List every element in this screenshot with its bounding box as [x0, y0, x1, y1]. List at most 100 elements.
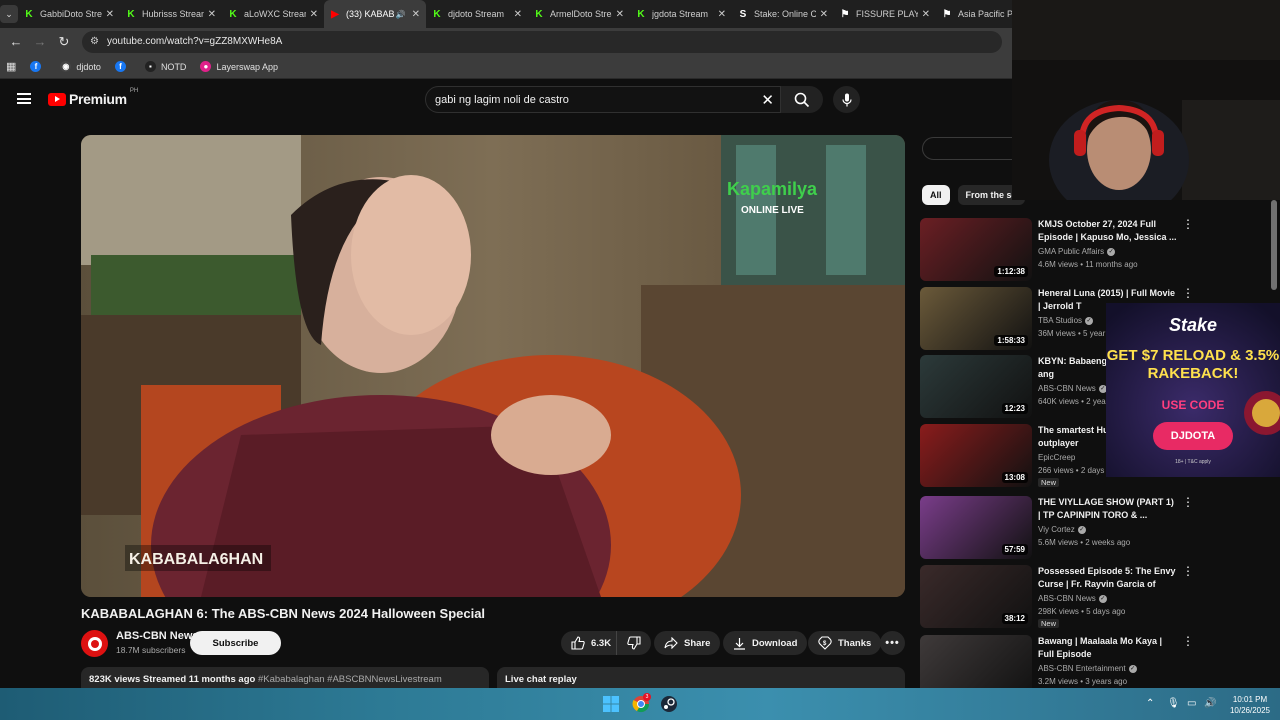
recommended-video[interactable]: 1:12:38 KMJS October 27, 2024 Full Episod…	[920, 218, 1194, 282]
more-vertical-icon[interactable]: ⋮	[1182, 218, 1194, 230]
chevron-down-icon: ⌄	[0, 5, 18, 23]
page-scrollbar[interactable]	[1271, 200, 1277, 290]
forward-button[interactable]: →	[28, 34, 52, 49]
bookmark-item[interactable]: f	[114, 61, 131, 72]
recommended-title[interactable]: THE VIYLLAGE SHOW (PART 1) | TP CAPINPIN…	[1038, 496, 1178, 522]
browser-tab[interactable]: K GabbiDoto Stream ✕	[18, 0, 120, 28]
steam-icon[interactable]	[660, 695, 678, 713]
more-vertical-icon[interactable]: ⋮	[1182, 565, 1194, 577]
video-thumbnail[interactable]: 12:23	[920, 355, 1032, 418]
browser-tab[interactable]: ⚑ FISSURE PLAYG ✕	[834, 0, 936, 28]
close-tab-icon[interactable]: ✕	[310, 9, 318, 20]
browser-tab[interactable]: KaLoWXC Stream ✕	[222, 0, 324, 28]
chip-all[interactable]: All	[922, 185, 950, 205]
video-thumbnail[interactable]: 13:08	[920, 424, 1032, 487]
apps-grid-icon[interactable]: ▦	[6, 60, 16, 73]
windows-start-icon[interactable]	[602, 695, 620, 713]
recommended-channel[interactable]: ABS-CBN News ✓	[1038, 384, 1107, 393]
video-thumbnail[interactable]: 1:12:38	[920, 218, 1032, 281]
video-thumbnail[interactable]: 1:58:33	[920, 287, 1032, 350]
thanks-button[interactable]: $ Thanks	[808, 631, 882, 655]
close-tab-icon[interactable]: ✕	[922, 9, 930, 20]
clear-search-icon[interactable]: ✕	[761, 91, 774, 109]
like-button[interactable]: 6.3K	[561, 631, 622, 655]
tab-title: GabbiDoto Stream	[40, 9, 102, 19]
recommended-channel[interactable]: GMA Public Affairs ✓	[1038, 247, 1116, 256]
close-tab-icon[interactable]: ✕	[412, 9, 420, 20]
more-vertical-icon[interactable]: ⋮	[1182, 287, 1194, 299]
recommended-channel[interactable]: ABS-CBN Entertainment ✓	[1038, 664, 1137, 673]
live-chat-replay[interactable]: Live chat replay	[497, 667, 905, 689]
share-icon	[664, 637, 678, 649]
verified-icon: ✓	[1098, 594, 1107, 603]
bookmark-item[interactable]: ◉ djdoto	[60, 61, 101, 72]
close-tab-icon[interactable]: ✕	[106, 9, 114, 20]
ad-code-button[interactable]: DJDOTA	[1153, 422, 1233, 450]
tab-title: ArmelDoto Stream	[550, 9, 612, 19]
close-tab-icon[interactable]: ✕	[820, 9, 828, 20]
subscribe-button[interactable]: Subscribe	[190, 631, 281, 655]
tab-favicon-icon: K	[127, 8, 135, 20]
video-player[interactable]: Kapamilya ONLINE LIVE KABABALA6HAN	[81, 135, 905, 597]
recommended-meta: 266 views • 2 days	[1038, 466, 1105, 475]
search-query-text: gabi ng lagim noli de castro	[435, 93, 569, 106]
more-vertical-icon[interactable]: ⋮	[1182, 496, 1194, 508]
close-tab-icon[interactable]: ✕	[616, 9, 624, 20]
network-watermark: Kapamilya	[727, 179, 818, 199]
bookmark-item[interactable]: f	[30, 61, 46, 72]
browser-tab[interactable]: K ArmelDoto Stream ✕	[528, 0, 630, 28]
url-field[interactable]: ⚙ youtube.com/watch?v=gZZ8MXWHe8A	[82, 30, 1002, 53]
back-button[interactable]: ←	[4, 34, 28, 49]
hashtags[interactable]: #Kababalaghan #ABSCBNNewsLivestream	[258, 674, 442, 685]
recommended-channel[interactable]: ABS-CBN News ✓	[1038, 594, 1107, 603]
recommended-title[interactable]: Bawang | Maalaala Mo Kaya | Full Episode	[1038, 635, 1178, 661]
clock-date: 10/26/2025	[1229, 706, 1271, 715]
menu-icon[interactable]	[17, 93, 31, 104]
duration-badge: 57:59	[1001, 544, 1028, 555]
channel-avatar[interactable]	[81, 630, 108, 657]
voice-search-button[interactable]	[833, 86, 860, 113]
speaker-icon[interactable]: 🔊	[396, 10, 406, 19]
download-icon	[734, 637, 745, 650]
share-button[interactable]: Share	[654, 631, 721, 655]
system-clock[interactable]: 10:01 PM 10/26/2025	[1224, 694, 1276, 716]
volume-icon[interactable]: 🔊	[1204, 698, 1216, 709]
network-icon[interactable]: ▭	[1187, 698, 1196, 709]
browser-tab[interactable]: ▶ (33) KABAB 🔊 ✕	[324, 0, 426, 28]
recommended-channel[interactable]: Viy Cortez ✓	[1038, 525, 1086, 534]
site-info-icon[interactable]: ⚙	[90, 36, 99, 47]
reload-button[interactable]: ↻	[52, 34, 76, 50]
recommended-video[interactable]: 57:59 THE VIYLLAGE SHOW (PART 1) | TP CAP…	[920, 496, 1194, 560]
search-input[interactable]: gabi ng lagim noli de castro ✕	[425, 86, 781, 113]
recommended-title[interactable]: KMJS October 27, 2024 Full Episode | Kap…	[1038, 218, 1178, 244]
browser-tab[interactable]: K Hubrisss Stream ✕	[120, 0, 222, 28]
tab-strip: ⌄ KGabbiDoto Stream✕KHubrisss Stream✕KaL…	[0, 0, 1032, 28]
recommended-channel[interactable]: EpicCreep	[1038, 453, 1075, 462]
sponsor-ad-overlay[interactable]: Stake GET $7 RELOAD & 3.5% RAKEBACK! USE…	[1106, 303, 1280, 477]
close-tab-icon[interactable]: ✕	[208, 9, 216, 20]
browser-tab[interactable]: Kjgdota Stream ✕	[630, 0, 732, 28]
more-vertical-icon[interactable]: ⋮	[1182, 635, 1194, 647]
youtube-logo[interactable]: Premium PH	[48, 88, 138, 107]
video-thumbnail[interactable]: 38:12	[920, 565, 1032, 628]
description-box[interactable]: 823K views Streamed 11 months ago #Kabab…	[81, 667, 489, 689]
bookmark-item[interactable]: ● Layerswap App	[200, 61, 278, 72]
close-tab-icon[interactable]: ✕	[718, 9, 726, 20]
close-tab-icon[interactable]: ✕	[514, 9, 522, 20]
microphone-tray-icon[interactable]: 🎙	[1167, 698, 1180, 709]
search-button[interactable]	[781, 86, 823, 113]
recommended-channel[interactable]: TBA Studios ✓	[1038, 316, 1094, 325]
recommended-title[interactable]: Possessed Episode 5: The Envy Curse | Fr…	[1038, 565, 1178, 592]
tab-favicon-icon: S	[739, 8, 747, 20]
chevron-up-icon[interactable]: ⌃	[1146, 698, 1154, 709]
video-frame: Kapamilya ONLINE LIVE KABABALA6HAN	[81, 135, 905, 597]
bookmark-item[interactable]: ▪ NOTD	[144, 61, 186, 72]
video-thumbnail[interactable]: 57:59	[920, 496, 1032, 559]
more-actions-button[interactable]: •••	[880, 631, 905, 655]
dislike-button[interactable]	[616, 631, 651, 655]
download-button[interactable]: Download	[723, 631, 808, 655]
browser-tab[interactable]: S Stake: Online C ✕	[732, 0, 834, 28]
tab-search-button[interactable]: ⌄	[0, 0, 18, 28]
recommended-video[interactable]: 38:12 Possessed Episode 5: The Envy Curse…	[920, 565, 1194, 629]
browser-tab[interactable]: Kdjdoto Stream ✕	[426, 0, 528, 28]
